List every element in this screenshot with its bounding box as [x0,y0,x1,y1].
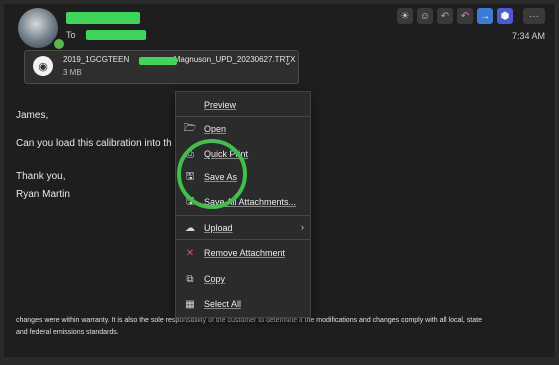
recipient-redacted [86,30,146,40]
menu-item-label: Quick Print [204,149,249,159]
forward-icon[interactable]: → [477,8,493,24]
menu-item-save-all-attachments[interactable]: 🖫 Save All Attachments... [176,193,310,213]
menu-item-label: Select All [204,299,242,309]
menu-item-select-all[interactable]: ▦ Select All [176,295,310,315]
email-reading-pane: To ☀ ☺ ↶ ↶ → ⬢ ··· 7:34 AM ◉ 2019_1GCGTE… [4,4,555,357]
attachment-card[interactable]: ◉ 2019_1GCGTEEN _Magnuson_UPD_20230627.TR… [24,50,299,84]
reply-all-icon[interactable]: ↶ [457,8,473,24]
message-signature: Ryan Martin [16,189,70,200]
menu-item-label: Open [204,124,227,134]
menu-item-label: Upload [204,223,233,233]
notice-line: and federal emissions standards. [16,328,548,338]
message-greeting: James, [16,110,49,121]
emoji-icon[interactable]: ☺ [417,8,433,24]
more-icon[interactable]: ··· [523,8,545,24]
attachment-name-suffix: _Magnuson_UPD_20230627.TRTX [169,55,296,64]
teams-icon[interactable]: ⬢ [497,8,513,24]
menu-item-open[interactable]: 🗁 Open [176,120,310,140]
menu-item-label: Preview [204,100,237,110]
save-all-attachments-icon: 🖫 [185,195,195,207]
save-as-icon: 🖫 [185,170,195,182]
attachment-name-prefix: 2019_1GCGTEEN [63,55,130,64]
quick-print-icon: ⎙ [186,148,194,160]
menu-item-remove-attachment[interactable]: ✕ Remove Attachment [176,244,310,264]
menu-item-label: Remove Attachment [204,248,286,258]
sender-name-redacted [66,12,140,24]
copy-icon: ⧉ [186,273,194,285]
message-request: Can you load this calibration into th [16,138,172,149]
upload-icon: ☁ [185,222,195,234]
select-all-icon: ▦ [185,298,195,310]
remove-attachment-icon: ✕ [185,247,195,259]
menu-separator [176,215,310,216]
menu-item-save-as[interactable]: 🖫 Save As [176,168,310,188]
menu-separator [176,239,310,240]
menu-item-label: Save As [204,172,238,182]
menu-item-upload[interactable]: ☁ Upload › [176,219,310,239]
menu-item-preview[interactable]: Preview [176,96,310,116]
notice-text: and federal emissions standards. [16,328,119,336]
menu-item-label: Save All Attachments... [204,197,297,207]
message-signoff: Thank you, [16,171,66,182]
attachment-context-menu: Preview 🗁 Open ⎙ Quick Print 🖫 Save As 🖫 Save Al… [175,91,311,318]
open-icon: 🗁 [183,122,197,134]
menu-item-quick-print[interactable]: ⎙ Quick Print [176,145,310,165]
notice-text: changes were within warranty. It is also… [16,317,482,324]
to-label: To [66,30,76,40]
chevron-down-icon[interactable]: ⌄ [284,57,292,68]
menu-separator [176,116,310,117]
menu-item-copy[interactable]: ⧉ Copy [176,270,310,290]
reply-icon[interactable]: ↶ [437,8,453,24]
presence-status-dot [52,37,66,51]
calibration-file-icon: ◉ [33,56,53,76]
chevron-right-icon: › [301,222,304,232]
attachment-name: 2019_1GCGTEEN _Magnuson_UPD_20230627.TRTX [63,55,295,64]
sun-icon[interactable]: ☀ [397,8,413,24]
attachment-size: 3 MB [63,68,82,77]
received-time: 7:34 AM [511,31,545,41]
menu-item-label: Copy [204,274,226,284]
attachment-name-redacted [139,57,177,65]
message-actions-toolbar: ☀ ☺ ↶ ↶ → ⬢ ··· [397,8,545,24]
